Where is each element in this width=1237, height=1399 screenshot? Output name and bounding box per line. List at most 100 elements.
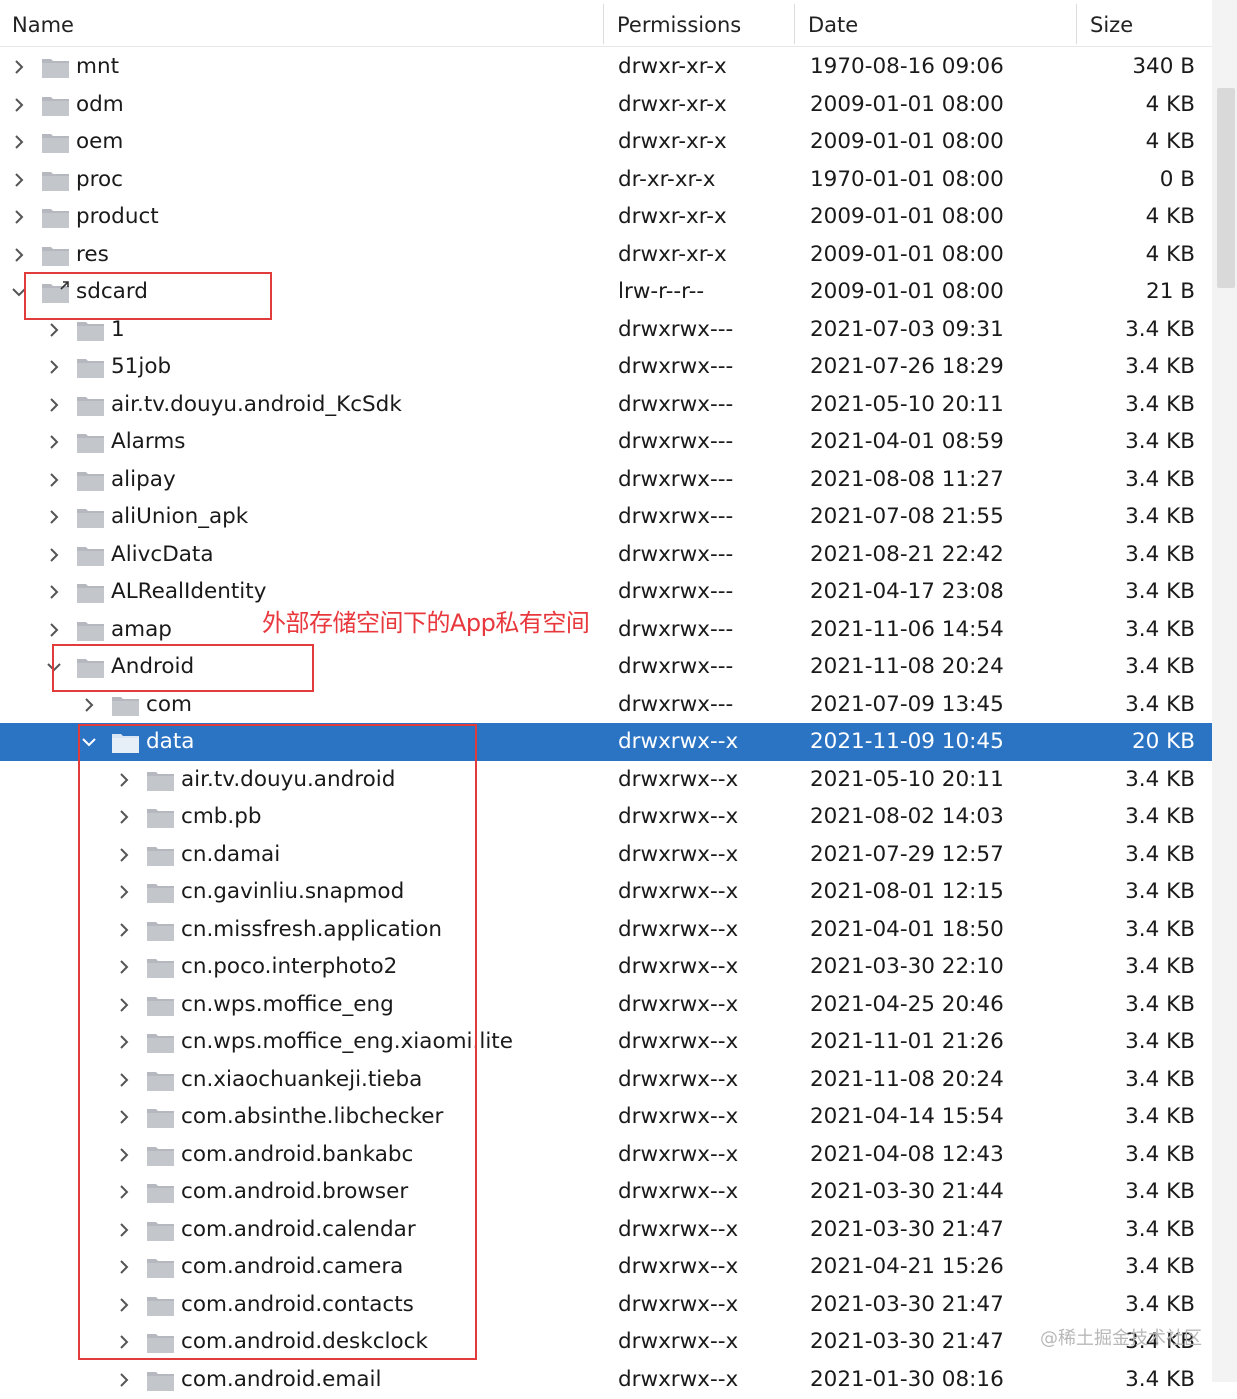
column-divider[interactable] [794,4,795,44]
tree-row[interactable]: Alarms drwxrwx--- 2021-04-01 08:59 3.4 KB [0,423,1212,461]
chevron-right-icon[interactable] [11,161,27,199]
item-size: 3.4 KB [1125,579,1195,604]
item-date: 1970-08-16 09:06 [810,54,1004,79]
item-size: 3.4 KB [1125,316,1195,342]
item-permissions: drwxrwx--x [618,1179,739,1204]
item-date: 2021-01-30 08:16 [810,1366,1004,1392]
folder-icon [76,348,106,386]
item-size: 3.4 KB [1125,541,1195,567]
item-size: 3.4 KB [1125,466,1195,492]
chevron-right-icon[interactable] [116,1361,132,1399]
highlight-box-sdcard [24,272,272,320]
tree-row[interactable]: oem drwxr-xr-x 2009-01-01 08:00 4 KB [0,123,1212,161]
highlight-box-data [78,724,477,1360]
tree-row[interactable]: 51job drwxrwx--- 2021-07-26 18:29 3.4 KB [0,348,1212,386]
item-date: 2021-04-25 20:46 [810,991,1004,1017]
folder-icon [76,423,106,461]
tree-row[interactable]: amap drwxrwx--- 2021-11-06 14:54 3.4 KB [0,611,1212,649]
item-permissions: drwxrwx--- [618,654,734,679]
column-divider[interactable] [1076,4,1077,44]
chevron-right-icon[interactable] [11,236,27,274]
item-size: 20 KB [1131,729,1195,754]
chevron-right-icon[interactable] [46,461,62,499]
tree-row[interactable]: mnt drwxr-xr-x 1970-08-16 09:06 340 B [0,48,1212,86]
chevron-right-icon[interactable] [46,536,62,574]
item-size: 3.4 KB [1125,1104,1195,1129]
column-header-size[interactable]: Size [1090,0,1133,46]
chevron-right-icon[interactable] [46,498,62,536]
item-permissions: lrw-r--r-- [618,279,705,304]
chevron-right-icon[interactable] [46,573,62,611]
item-size: 3.4 KB [1125,1066,1195,1092]
item-permissions: drwxrwx--x [618,804,739,829]
chevron-right-icon[interactable] [46,423,62,461]
tree-row[interactable]: aliUnion_apk drwxrwx--- 2021-07-08 21:55 3.… [0,498,1212,536]
item-name: Alarms [111,429,186,454]
item-permissions: drwxr-xr-x [618,54,727,79]
item-size: 3.4 KB [1125,1179,1195,1204]
tree-row[interactable]: product drwxr-xr-x 2009-01-01 08:00 4 KB [0,198,1212,236]
item-size: 3.4 KB [1125,1291,1195,1317]
tree-row[interactable]: AlivcData drwxrwx--- 2021-08-21 22:42 3.4 K… [0,536,1212,574]
column-header: Name Permissions Date Size [0,0,1212,47]
chevron-right-icon[interactable] [11,198,27,236]
item-permissions: drwxrwx--x [618,1291,739,1317]
item-size: 4 KB [1145,91,1195,117]
item-date: 2021-05-10 20:11 [810,391,1004,417]
tree-row[interactable]: air.tv.douyu.android_KcSdk drwxrwx--- 2021… [0,386,1212,424]
item-date: 2021-04-08 12:43 [810,1141,1004,1167]
item-size: 3.4 KB [1125,879,1195,904]
item-size: 3.4 KB [1125,766,1195,792]
item-date: 2021-07-08 21:55 [810,504,1004,529]
folder-icon [76,536,106,574]
tree-row[interactable]: res drwxr-xr-x 2009-01-01 08:00 4 KB [0,236,1212,274]
item-size: 3.4 KB [1125,1029,1195,1054]
tree-row[interactable]: ALRealIdentity drwxrwx--- 2021-04-17 23:08… [0,573,1212,611]
column-header-name[interactable]: Name [12,0,74,46]
item-size: 0 B [1159,166,1195,192]
chevron-right-icon[interactable] [46,386,62,424]
item-date: 2021-05-10 20:11 [810,766,1004,792]
folder-icon [146,1361,176,1399]
item-permissions: drwxrwx--x [618,916,739,942]
item-date: 2021-07-29 12:57 [810,841,1004,867]
item-size: 3.4 KB [1125,1254,1195,1279]
item-date: 2021-11-09 10:45 [810,729,1004,754]
item-size: 3.4 KB [1125,916,1195,942]
tree-row[interactable]: com.android.email drwxrwx--x 2021-01-30 08… [0,1361,1212,1399]
item-permissions: drwxrwx--x [618,1366,739,1392]
item-size: 3.4 KB [1125,429,1195,454]
tree-row[interactable]: proc dr-xr-xr-x 1970-01-01 08:00 0 B [0,161,1212,199]
item-permissions: drwxrwx--- [618,316,734,342]
column-header-date[interactable]: Date [808,0,858,46]
chevron-right-icon[interactable] [46,348,62,386]
tree-row[interactable]: alipay drwxrwx--- 2021-08-08 11:27 3.4 KB [0,461,1212,499]
item-size: 340 B [1132,54,1195,79]
item-permissions: drwxr-xr-x [618,129,727,154]
item-name: alipay [111,466,176,492]
chevron-right-icon[interactable] [11,86,27,124]
folder-icon [76,386,106,424]
item-date: 2021-08-01 12:15 [810,879,1004,904]
annotation-text: 外部存储空间下的App私有空间 [262,609,590,637]
item-date: 2021-04-17 23:08 [810,579,1004,604]
column-divider[interactable] [603,4,604,44]
chevron-right-icon[interactable] [11,48,27,86]
item-permissions: drwxrwx--x [618,766,739,792]
item-size: 21 B [1146,279,1195,304]
scrollbar-thumb[interactable] [1217,88,1235,288]
chevron-right-icon[interactable] [11,123,27,161]
column-header-permissions[interactable]: Permissions [617,0,741,46]
item-date: 2021-04-14 15:54 [810,1104,1004,1129]
folder-icon [76,461,106,499]
item-date: 2021-11-08 20:24 [810,1066,1004,1092]
item-name: oem [76,129,124,154]
item-date: 2021-03-30 21:47 [810,1329,1004,1354]
chevron-right-icon[interactable] [46,611,62,649]
item-date: 2009-01-01 08:00 [810,91,1004,117]
item-date: 2021-08-21 22:42 [810,541,1004,567]
item-date: 2021-07-09 13:45 [810,691,1004,717]
item-date: 2021-03-30 21:47 [810,1216,1004,1242]
tree-row[interactable]: odm drwxr-xr-x 2009-01-01 08:00 4 KB [0,86,1212,124]
item-date: 2021-11-06 14:54 [810,616,1004,642]
